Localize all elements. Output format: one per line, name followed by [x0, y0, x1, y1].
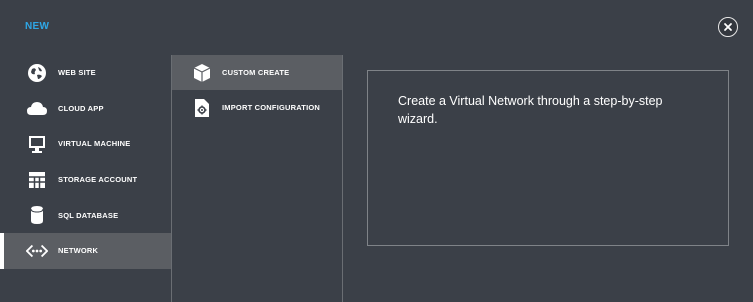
category-list: WEB SITE CLOUD APP VIRTUAL MACHINE STORA…: [0, 55, 171, 269]
new-item-dialog: NEW WEB SITE CLOUD APP VIRTUAL MACHINE S…: [0, 0, 753, 302]
new-heading: NEW: [25, 21, 50, 32]
option-item-import-configuration[interactable]: IMPORT CONFIGURATION: [172, 90, 342, 125]
description-text: Create a Virtual Network through a step-…: [398, 94, 663, 126]
category-label: NETWORK: [58, 246, 99, 256]
network-icon: [26, 240, 48, 262]
box-icon: [192, 62, 212, 84]
category-item-network[interactable]: NETWORK: [0, 232, 171, 269]
gear-file-icon: [192, 97, 212, 119]
option-label: IMPORT CONFIGURATION: [222, 103, 321, 112]
category-label: SQL DATABASE: [58, 210, 119, 220]
description-panel: Create a Virtual Network through a step-…: [367, 70, 729, 246]
option-label: CUSTOM CREATE: [222, 68, 290, 77]
category-item-web-site[interactable]: WEB SITE: [0, 55, 171, 91]
category-label: WEB SITE: [58, 68, 96, 78]
grid-icon: [26, 169, 48, 191]
option-item-custom-create[interactable]: CUSTOM CREATE: [172, 55, 342, 90]
category-item-cloud-app[interactable]: CLOUD APP: [0, 91, 171, 127]
cloud-icon: [26, 97, 48, 119]
category-label: CLOUD APP: [58, 103, 104, 113]
category-item-storage-account[interactable]: STORAGE ACCOUNT: [0, 162, 171, 198]
category-label: STORAGE ACCOUNT: [58, 175, 138, 185]
category-item-virtual-machine[interactable]: VIRTUAL MACHINE: [0, 126, 171, 162]
option-list: CUSTOM CREATE IMPORT CONFIGURATION: [171, 55, 343, 302]
globe-icon: [26, 62, 48, 84]
category-item-sql-database[interactable]: SQL DATABASE: [0, 197, 171, 233]
category-label: VIRTUAL MACHINE: [58, 139, 131, 149]
database-icon: [26, 204, 48, 226]
close-button[interactable]: [718, 17, 738, 37]
monitor-icon: [26, 133, 48, 155]
close-icon: [724, 23, 732, 31]
